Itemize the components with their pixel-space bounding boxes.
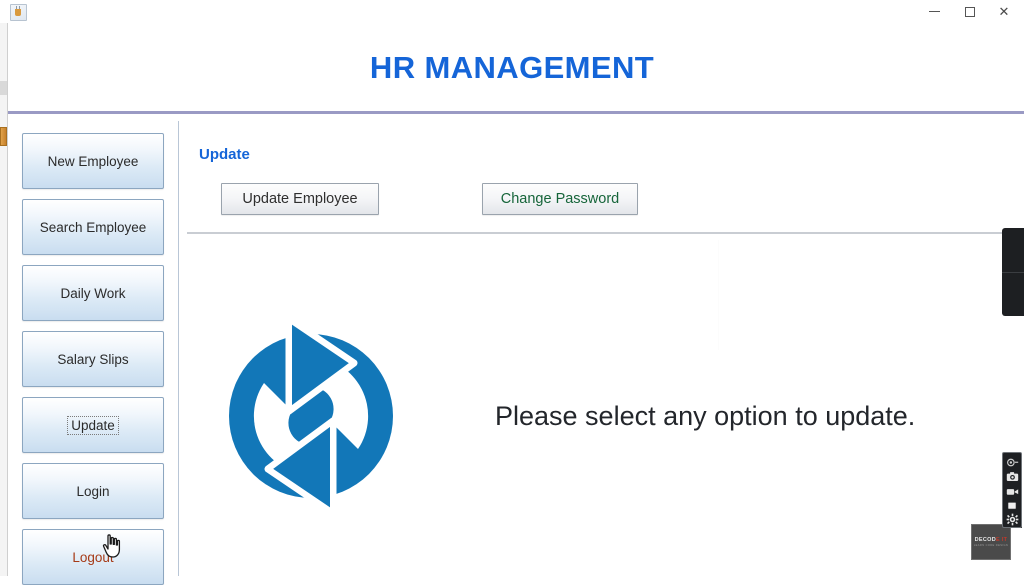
sidebar-item-salary-slips[interactable]: Salary Slips	[22, 331, 164, 387]
java-app-icon	[10, 4, 27, 21]
sidebar-item-update[interactable]: Update	[22, 397, 164, 453]
close-icon: ✕	[998, 4, 1010, 19]
update-employee-button-label: Update Employee	[242, 191, 358, 207]
body-area: New Employee Search Employee Daily Work …	[8, 115, 1024, 585]
settings-gear-icon[interactable]	[1004, 513, 1020, 526]
sync-refresh-logo	[226, 311, 396, 521]
screen-recorder-toolbar[interactable]	[1002, 452, 1022, 528]
maximize-button[interactable]	[952, 0, 988, 23]
sidebar-item-label: Search Employee	[39, 219, 147, 235]
overlay-panel-divider	[1002, 272, 1024, 273]
content-pane: Update Update Employee Change Password P…	[179, 115, 1024, 576]
change-password-button[interactable]: Change Password	[482, 183, 638, 215]
watermark-subtitle: LEARN CODE DESIGN	[973, 544, 1009, 547]
watermark-title-accent: E IT	[996, 537, 1008, 543]
video-camera-icon[interactable]	[1004, 484, 1020, 497]
sidebar-item-new-employee[interactable]: New Employee	[22, 133, 164, 189]
screenshot-camera-icon[interactable]	[1004, 470, 1020, 483]
sidebar-navigation: New Employee Search Employee Daily Work …	[8, 115, 178, 585]
minimize-button[interactable]	[916, 0, 952, 23]
sidebar-item-search-employee[interactable]: Search Employee	[22, 199, 164, 255]
sidebar-item-label: Logout	[72, 549, 114, 565]
application-window: ✕ HR MANAGEMENT New Employee Search Empl…	[0, 0, 1024, 585]
app-icon-cup	[15, 9, 21, 16]
close-button[interactable]: ✕	[986, 0, 1022, 23]
header-divider	[6, 111, 1024, 114]
sidebar-item-label: Update	[67, 415, 119, 435]
section-heading: Update	[199, 146, 250, 163]
watermark-title: DECODE IT	[975, 537, 1008, 543]
sidebar-item-login[interactable]: Login	[22, 463, 164, 519]
window-vertical-scrollbar[interactable]	[0, 23, 8, 576]
page-title: HR MANAGEMENT	[369, 49, 655, 85]
empty-state-message: Please select any option to update.	[495, 401, 916, 431]
update-employee-button[interactable]: Update Employee	[221, 183, 379, 215]
render-artifact	[718, 240, 719, 350]
branding-watermark: DECODE IT LEARN CODE DESIGN	[971, 524, 1011, 560]
right-edge-overlay-panel[interactable]	[1002, 228, 1024, 316]
stop-square-icon[interactable]	[1004, 499, 1020, 512]
sidebar-item-label: Login	[76, 483, 110, 499]
title-bar: ✕	[0, 0, 1024, 24]
header-banner: HR MANAGEMENT	[0, 23, 1024, 112]
sidebar-item-label: Salary Slips	[57, 351, 129, 367]
sidebar-item-logout[interactable]: Logout	[22, 529, 164, 585]
sidebar-item-daily-work[interactable]: Daily Work	[22, 265, 164, 321]
webcam-icon[interactable]	[1004, 456, 1020, 469]
watermark-title-main: DECOD	[974, 537, 997, 543]
sidebar-item-label: New Employee	[47, 153, 139, 169]
change-password-button-label: Change Password	[500, 191, 620, 207]
scrollbar-thumb[interactable]	[0, 127, 7, 146]
sidebar-item-label: Daily Work	[60, 285, 126, 301]
scrollbar-mark	[0, 81, 7, 95]
content-divider	[187, 232, 1024, 234]
minimize-icon	[928, 11, 940, 12]
maximize-icon	[965, 6, 975, 17]
